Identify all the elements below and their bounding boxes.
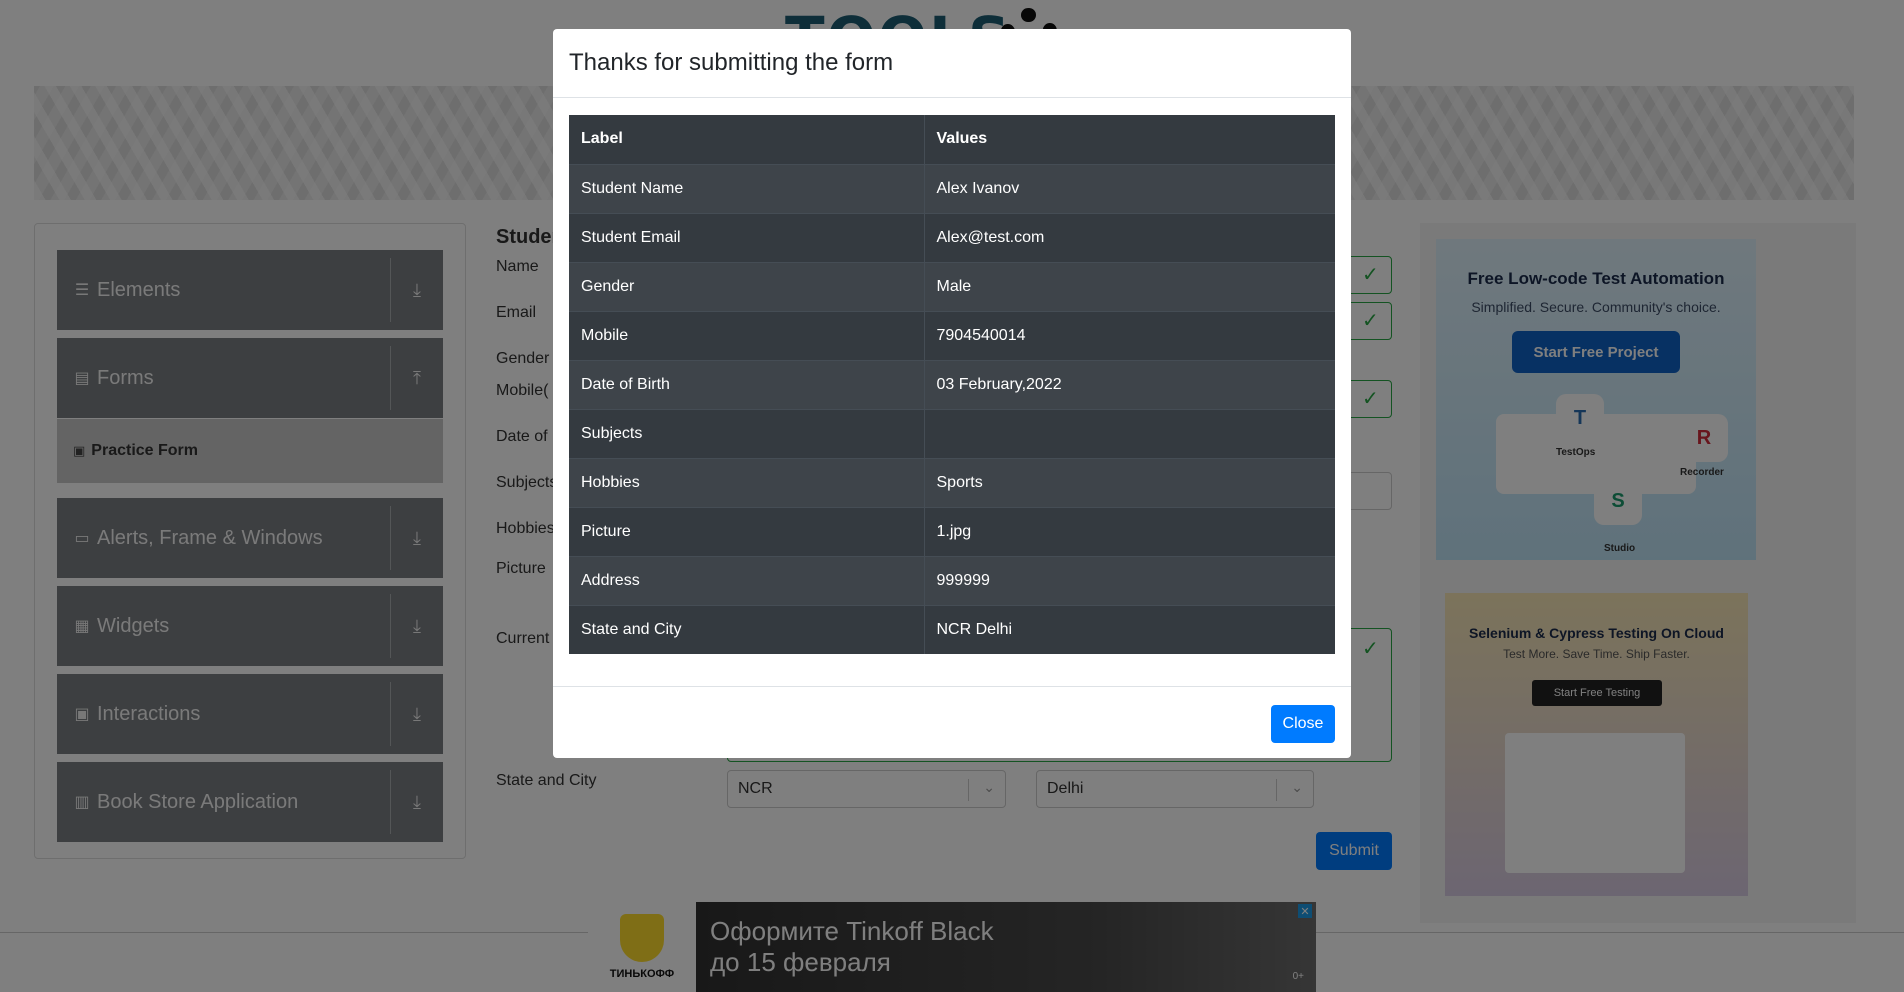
table-row: Student Email Alex@test.com bbox=[569, 212, 1335, 262]
row-value: NCR Delhi bbox=[924, 604, 1335, 654]
row-label: Student Email bbox=[569, 212, 925, 262]
table-row: Picture 1.jpg bbox=[569, 506, 1335, 556]
table-header-row: Label Values bbox=[569, 115, 1335, 164]
row-value: Alex@test.com bbox=[924, 212, 1335, 262]
table-row: Subjects bbox=[569, 408, 1335, 458]
results-table: Label Values Student Name Alex Ivanov Stu… bbox=[569, 115, 1335, 654]
row-label: Student Name bbox=[569, 163, 925, 213]
row-value: 999999 bbox=[924, 555, 1335, 605]
table-row: Gender Male bbox=[569, 261, 1335, 311]
row-label: Date of Birth bbox=[569, 359, 925, 409]
row-value: Sports bbox=[924, 457, 1335, 507]
row-label: Mobile bbox=[569, 310, 925, 360]
table-row: Mobile 7904540014 bbox=[569, 310, 1335, 360]
modal-footer: Close bbox=[553, 686, 1351, 758]
table-row: State and City NCR Delhi bbox=[569, 604, 1335, 654]
column-header: Label bbox=[569, 115, 925, 164]
row-label: Gender bbox=[569, 261, 925, 311]
modal-title: Thanks for submitting the form bbox=[569, 49, 894, 76]
table-row: Student Name Alex Ivanov bbox=[569, 163, 1335, 213]
row-label: Picture bbox=[569, 506, 925, 556]
table-row: Hobbies Sports bbox=[569, 457, 1335, 507]
row-value: Alex Ivanov bbox=[924, 163, 1335, 213]
table-row: Address 999999 bbox=[569, 555, 1335, 605]
row-label: Hobbies bbox=[569, 457, 925, 507]
column-header: Values bbox=[936, 130, 988, 148]
row-label: Subjects bbox=[569, 408, 925, 458]
row-label: State and City bbox=[569, 604, 925, 654]
row-value: 03 February,2022 bbox=[924, 359, 1335, 409]
submission-modal: Thanks for submitting the form Label Val… bbox=[553, 29, 1351, 758]
row-value: Male bbox=[924, 261, 1335, 311]
modal-header: Thanks for submitting the form bbox=[553, 29, 1351, 98]
row-label: Address bbox=[569, 555, 925, 605]
row-value: 7904540014 bbox=[924, 310, 1335, 360]
row-value bbox=[924, 408, 1335, 458]
row-value: 1.jpg bbox=[924, 506, 1335, 556]
close-button[interactable]: Close bbox=[1271, 705, 1335, 743]
table-row: Date of Birth 03 February,2022 bbox=[569, 359, 1335, 409]
